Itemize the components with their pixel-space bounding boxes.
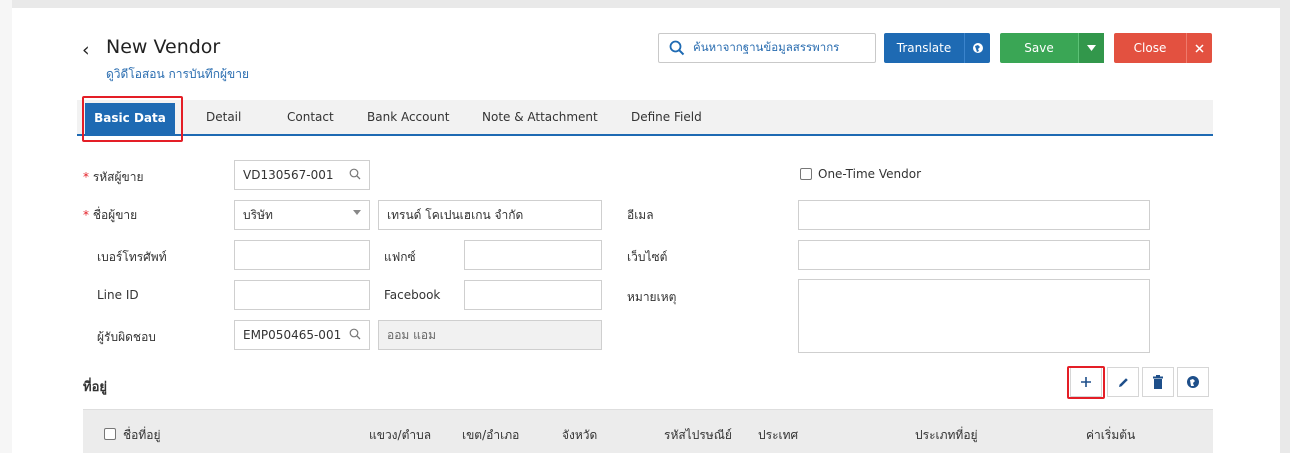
delete-address-button[interactable] xyxy=(1142,367,1174,397)
page-title: New Vendor xyxy=(106,36,221,58)
one-time-vendor-label: One-Time Vendor xyxy=(818,167,922,181)
address-table-header: ชื่อที่อยู่ แขวง/ตำบล เขต/อำเภอ จังหวัด … xyxy=(83,409,1213,453)
email-field[interactable] xyxy=(798,200,1150,230)
responsible-name-value: ออม แอม xyxy=(387,327,436,342)
revenue-db-search-button[interactable]: ค้นหาจากฐานข้อมูลสรรพากร xyxy=(658,33,876,63)
search-label: ค้นหาจากฐานข้อมูลสรรพากร xyxy=(693,40,840,54)
tutorial-link[interactable]: ดูวิดีโอสอน การบันทึกผู้ขาย xyxy=(106,65,249,84)
vendor-name-label-text: ชื่อผู้ขาย xyxy=(92,208,138,222)
fax-field[interactable] xyxy=(464,240,602,270)
column-default[interactable]: ค่าเริ่มต้น xyxy=(1086,426,1135,445)
one-time-vendor-checkbox[interactable] xyxy=(800,168,812,180)
line-id-label: Line ID xyxy=(97,288,139,302)
vendor-code-value: VD130567-001 xyxy=(243,168,334,182)
facebook-label: Facebook xyxy=(384,288,441,302)
note-label: หมายเหตุ xyxy=(627,290,677,304)
translate-label: Translate xyxy=(896,41,952,55)
globe-icon[interactable] xyxy=(964,33,990,63)
save-label: Save xyxy=(1024,41,1054,55)
line-id-field[interactable] xyxy=(234,280,370,310)
tab-bank-account[interactable]: Bank Account xyxy=(367,100,449,134)
right-border xyxy=(1280,0,1290,453)
phone-field[interactable] xyxy=(234,240,370,270)
website-label: เว็บไซต์ xyxy=(627,250,668,264)
vendor-code-field[interactable]: VD130567-001 xyxy=(234,160,370,190)
vendor-form-window: ‹ New Vendor ดูวิดีโอสอน การบันทึกผู้ขาย… xyxy=(0,0,1290,453)
column-country[interactable]: ประเทศ xyxy=(758,426,798,445)
vendor-name-value: เทรนด์ โคเปนเฮเกน จำกัด xyxy=(387,207,524,222)
vendor-code-label: * รหัสผู้ขาย xyxy=(83,168,144,187)
edit-address-button[interactable] xyxy=(1107,367,1139,397)
top-border xyxy=(0,0,1290,8)
required-mark: * xyxy=(83,208,89,222)
basic-data-highlight xyxy=(82,96,183,142)
pencil-icon xyxy=(1118,377,1128,387)
close-icon[interactable] xyxy=(1186,33,1212,63)
lookup-search-icon[interactable] xyxy=(349,328,361,343)
email-label: อีเมล xyxy=(627,208,654,222)
tab-detail[interactable]: Detail xyxy=(206,100,241,134)
dropdown-caret-icon xyxy=(353,210,361,215)
phone-label: เบอร์โทรศัพท์ xyxy=(97,250,167,264)
column-postcode[interactable]: รหัสไปรษณีย์ xyxy=(664,426,732,445)
column-district[interactable]: เขต/อำเภอ xyxy=(462,426,519,445)
tab-bar: Basic Data Detail Contact Bank Account N… xyxy=(77,100,1213,136)
required-mark: * xyxy=(83,170,89,184)
add-button-highlight xyxy=(1067,366,1105,399)
globe-icon xyxy=(1187,376,1199,388)
map-address-button[interactable] xyxy=(1177,367,1209,397)
left-border xyxy=(0,0,12,453)
close-button[interactable]: Close xyxy=(1114,33,1212,63)
address-section-title: ที่อยู่ xyxy=(83,380,107,395)
vendor-code-label-text: รหัสผู้ขาย xyxy=(92,170,144,184)
trash-icon xyxy=(1153,375,1163,389)
responsible-name-field: ออม แอม xyxy=(378,320,602,350)
column-address-name[interactable]: ชื่อที่อยู่ xyxy=(123,426,161,445)
vendor-name-field[interactable]: เทรนด์ โคเปนเฮเกน จำกัด xyxy=(378,200,602,230)
vendor-prefix-select[interactable]: บริษัท xyxy=(234,200,370,230)
save-dropdown-caret-icon[interactable] xyxy=(1078,33,1104,63)
tab-note-attachment[interactable]: Note & Attachment xyxy=(482,100,598,134)
responsible-code-value: EMP050465-001 xyxy=(243,328,342,342)
search-icon xyxy=(669,40,685,56)
vendor-prefix-value: บริษัท xyxy=(243,207,273,222)
select-all-checkbox[interactable] xyxy=(104,428,116,440)
fax-label: แฟกซ์ xyxy=(384,250,416,264)
facebook-field[interactable] xyxy=(464,280,602,310)
column-subdistrict[interactable]: แขวง/ตำบล xyxy=(369,426,431,445)
save-button[interactable]: Save xyxy=(1000,33,1104,63)
column-province[interactable]: จังหวัด xyxy=(562,426,597,445)
responsible-label: ผู้รับผิดชอบ xyxy=(97,330,156,344)
vendor-name-label: * ชื่อผู้ขาย xyxy=(83,206,137,225)
website-field[interactable] xyxy=(798,240,1150,270)
back-chevron-icon[interactable]: ‹ xyxy=(82,39,90,61)
close-label: Close xyxy=(1133,41,1167,55)
lookup-search-icon[interactable] xyxy=(349,168,361,183)
translate-button[interactable]: Translate xyxy=(884,33,990,63)
tab-define-field[interactable]: Define Field xyxy=(631,100,702,134)
tab-contact[interactable]: Contact xyxy=(287,100,334,134)
note-textarea[interactable] xyxy=(798,279,1150,353)
column-address-type[interactable]: ประเภทที่อยู่ xyxy=(915,426,978,445)
responsible-code-field[interactable]: EMP050465-001 xyxy=(234,320,370,350)
